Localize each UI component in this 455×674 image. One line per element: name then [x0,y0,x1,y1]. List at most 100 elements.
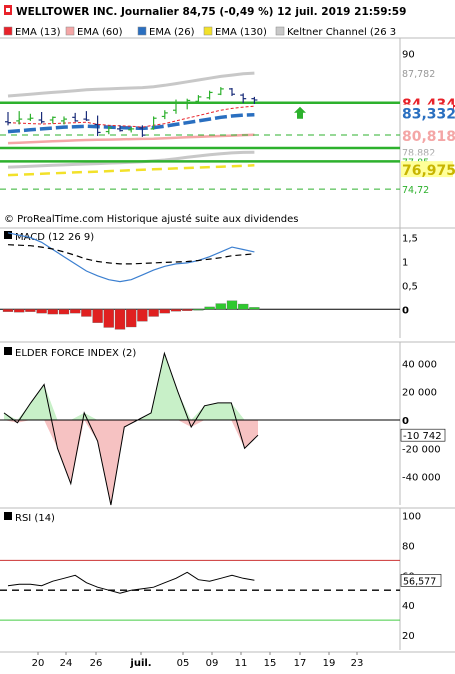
chart-title: WELLTOWER INC. Journalier 84,75 (-0,49 %… [16,6,406,18]
keltner-upper-line [7,71,255,98]
rsi-title: RSI (14) [15,513,55,524]
price-bar [16,111,23,125]
price-bar [38,112,45,124]
up-arrow-icon [294,106,306,119]
macd-histogram-bar [70,309,81,314]
y-tick-label: 40 [402,601,415,612]
macd-panel: MACD (12 26 9) 1,5 1 0,5 0 [0,227,455,338]
macd-signal-line [7,244,255,265]
macd-histogram-bar [204,306,215,310]
force-title: ELDER FORCE INDEX (2) [15,348,136,359]
macd-histogram-bar [238,303,249,310]
y-tick-label: 0 [402,305,409,316]
price-bar [161,110,168,120]
x-tick-label: 26 [90,658,103,669]
y-tick-label: 0,5 [402,281,418,292]
macd-histogram-bar [103,309,114,328]
y-tick-label: 90 [402,49,415,60]
legend-label: EMA (13) [15,27,61,38]
macd-histogram-bar [25,309,36,312]
x-tick-label: 11 [235,658,248,669]
price-tag-label: 80,818 [402,129,455,145]
rsi-swatch [4,512,12,520]
price-tag-label: 76,975 [402,163,455,179]
price-tag-label: 74,72 [402,185,429,196]
legend-swatch [137,26,147,36]
price-bar [5,112,11,126]
y-tick-label: 1,5 [402,234,418,245]
macd-histogram-bar [148,309,159,317]
watermark: © ProRealTime.com Historique ajusté suit… [4,213,298,225]
legend-item-5: Keltner Channel (26 3 [275,26,396,38]
price-tag-7: 76,975 [401,161,455,179]
x-tick-label: 09 [206,658,219,669]
macd-histogram-bar [159,309,170,314]
chart-root: WELLTOWER INC. Journalier 84,75 (-0,49 %… [0,0,455,671]
macd-histogram-bar [215,303,226,310]
chart-svg: WELLTOWER INC. Journalier 84,75 (-0,49 %… [0,0,455,669]
macd-swatch [4,231,12,239]
rsi-current-label: 56,577 [403,576,436,587]
macd-histogram-bar [114,309,126,330]
legend-label: EMA (26) [149,27,195,38]
y-tick-label: 80 [402,541,415,552]
macd-histogram-bar [249,307,260,310]
price-tag-8: 74,72 [401,183,453,196]
legend-label: EMA (130) [215,27,267,38]
x-tick-label: 15 [264,658,277,669]
legend-item-4: EMA (130) [203,26,267,38]
legend: EMA (13) EMA (60) EMA (26) EMA (130) Keltner… [3,26,396,38]
macd-histogram-bar [58,309,70,315]
legend-label: Keltner Channel (26 3 [287,27,396,38]
price-panel: 9087,78284,43483,33280,81878,88277,8576,… [0,37,455,230]
price-bar [49,116,56,124]
price-tag-label: 83,332 [402,107,455,123]
y-tick-label: 20 000 [402,388,437,399]
force-current-label: -10 742 [403,431,442,442]
x-axis: 20 24 26 juil. 05 09 11 15 17 19 23 [0,651,455,669]
settings-icon[interactable] [4,5,12,15]
macd-histogram-bar [92,309,103,323]
macd-histogram-bar [193,309,204,311]
legend-swatch [203,26,213,36]
macd-histogram-bar [14,309,25,313]
y-tick-label: 0 [402,416,409,427]
price-bar [206,90,213,100]
rsi-current-tag: 56,577 [400,574,442,587]
legend-label: EMA (60) [77,27,123,38]
macd-title: MACD (12 26 9) [15,232,94,243]
legend-item-1: EMA (13) [3,26,61,38]
macd-histogram-bar [47,309,58,315]
macd-histogram-bar [226,300,238,310]
legend-item-2: EMA (60) [65,26,123,38]
legend-swatch [275,26,285,36]
macd-histogram-bar [2,309,14,312]
x-tick-label: juil. [129,658,151,669]
y-tick-label: 40 000 [402,359,437,370]
price-tag-label: 87,782 [402,69,435,80]
ema60-line [7,133,255,145]
force-swatch [4,347,12,355]
force-current-tag: -10 742 [400,428,446,442]
macd-histogram-bar [36,309,47,314]
y-tick-label: -20 000 [402,444,441,455]
x-tick-label: 19 [323,658,336,669]
legend-swatch [3,26,13,36]
price-tag-1: 87,782 [401,67,453,80]
price-bar [61,116,67,125]
x-tick-label: 17 [294,658,307,669]
price-bar [229,88,235,96]
y-tick-label: 100 [402,511,421,522]
legend-swatch [65,26,75,36]
price-bar [72,112,79,122]
y-tick-label: 20 [402,631,415,642]
force-panel: ELDER FORCE INDEX (2) 40 000 20 000 0 -20 00… [0,341,455,506]
macd-histogram-bar [170,309,182,312]
x-tick-label: 05 [177,658,190,669]
macd-histogram-bar [182,309,193,311]
x-tick-label: 20 [32,658,45,669]
y-tick-label: -40 000 [402,473,441,484]
legend-item-3: EMA (26) [137,26,195,38]
macd-histogram-bar [137,309,148,322]
y-tick-label: 1 [402,257,408,268]
